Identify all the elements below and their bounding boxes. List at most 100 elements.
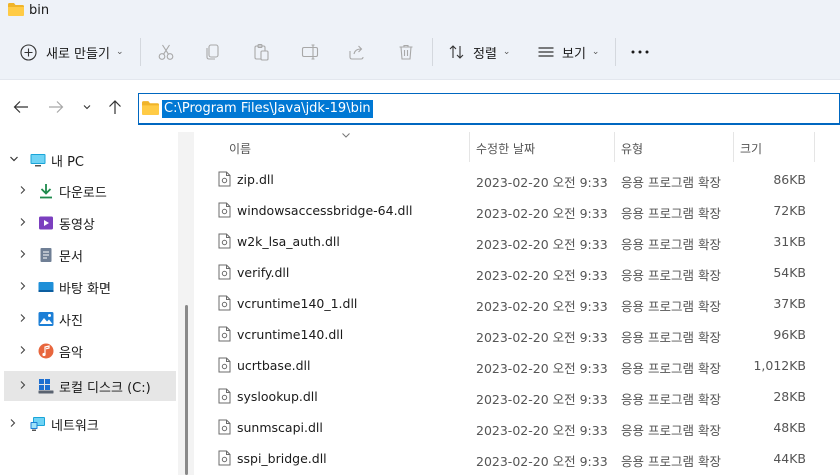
copy-button[interactable] [204,41,222,63]
file-date: 2023-02-20 오전 9:33 [476,206,608,221]
sidebar-item-label: 로컬 디스크 (C:) [59,380,151,396]
file-type: 응용 프로그램 확장 [621,392,721,407]
file-row[interactable]: verify.dll 2023-02-20 오전 9:33 응용 프로그램 확장… [194,257,840,288]
file-type: 응용 프로그램 확장 [621,237,721,252]
file-type: 응용 프로그램 확장 [621,268,721,283]
sidebar-item-pictures[interactable]: 사진 [0,304,178,334]
sidebar-item-local-disk-c[interactable]: 로컬 디스크 (C:) [4,371,176,401]
sort-icon [449,45,464,59]
file-row[interactable]: zip.dll 2023-02-20 오전 9:33 응용 프로그램 확장 86… [194,164,840,195]
toolbar-divider [140,38,141,66]
chevron-down-icon[interactable] [9,155,19,166]
arrow-left-icon [13,101,28,113]
file-name: vcruntime140_1.dll [237,296,358,311]
file-row[interactable]: vcruntime140.dll 2023-02-20 오전 9:33 응용 프… [194,319,840,350]
sidebar-item-videos[interactable]: 동영상 [0,208,178,238]
view-list-icon [538,47,554,57]
file-name: sspi_bridge.dll [237,451,327,466]
network-icon [30,417,45,431]
chevron-right-icon[interactable] [19,217,29,230]
chevron-right-icon[interactable] [19,185,29,198]
file-type: 응용 프로그램 확장 [621,330,721,345]
delete-button[interactable] [397,41,415,63]
file-size: 44KB [773,451,806,466]
document-icon [40,248,52,262]
file-size: 28KB [773,389,806,404]
sidebar-item-label: 내 PC [51,154,85,170]
file-type: 응용 프로그램 확장 [621,361,721,376]
chevron-right-icon[interactable] [19,380,29,393]
share-button[interactable] [348,41,366,63]
music-icon [38,343,54,359]
paste-icon [254,43,269,61]
file-size: 37KB [773,296,806,311]
file-row[interactable]: w2k_lsa_auth.dll 2023-02-20 오전 9:33 응용 프… [194,226,840,257]
up-button[interactable] [105,98,125,116]
more-options-button[interactable] [630,41,650,63]
chevron-right-icon[interactable] [19,281,29,294]
share-icon [349,45,364,60]
file-date: 2023-02-20 오전 9:33 [476,299,608,314]
chevron-down-icon: ⌄ [502,47,511,57]
file-size: 96KB [773,327,806,342]
address-path-text[interactable]: C:\Program Files\Java\jdk-19\bin [162,100,373,118]
new-button[interactable]: 새로 만들기 ⌄ [20,41,123,63]
sidebar-item-desktop[interactable]: 바탕 화면 [0,272,178,302]
chevron-right-icon[interactable] [9,418,19,431]
sidebar-item-documents[interactable]: 문서 [0,240,178,270]
file-size: 1,012KB [753,358,806,373]
dll-file-icon [218,357,231,373]
sidebar-item-downloads[interactable]: 다운로드 [0,176,178,206]
paste-button[interactable] [252,41,270,63]
file-row[interactable]: vcruntime140_1.dll 2023-02-20 오전 9:33 응용… [194,288,840,319]
file-type: 응용 프로그램 확장 [621,299,721,314]
file-type: 응용 프로그램 확장 [621,423,721,438]
view-button-label: 보기 [562,46,586,62]
sidebar-item-network[interactable]: 네트워크 [0,409,178,439]
file-name: zip.dll [237,172,274,187]
arrow-right-icon [49,101,64,113]
sidebar-item-label: 다운로드 [59,185,107,201]
forward-button[interactable] [46,98,66,116]
file-row[interactable]: syslookup.dll 2023-02-20 오전 9:33 응용 프로그램… [194,381,840,412]
file-name: ucrtbase.dll [237,358,311,373]
chevron-right-icon[interactable] [19,249,29,262]
chevron-right-icon[interactable] [19,313,29,326]
copy-icon [206,44,219,60]
file-date: 2023-02-20 오전 9:33 [476,423,608,438]
address-bar[interactable]: C:\Program Files\Java\jdk-19\bin [138,93,840,125]
folder-icon [8,3,24,16]
computer-icon [30,154,46,167]
arrow-up-icon [109,100,121,114]
desktop-icon [38,282,54,292]
sidebar-item-this-pc[interactable]: 내 PC [0,145,178,175]
view-button[interactable]: 보기 ⌄ [537,41,599,63]
sidebar-item-music[interactable]: 음악 [0,336,178,366]
chevron-right-icon[interactable] [19,345,29,358]
download-icon [40,184,52,199]
file-row[interactable]: sspi_bridge.dll 2023-02-20 오전 9:33 응용 프로… [194,443,840,474]
file-name: windowsaccessbridge-64.dll [237,203,413,218]
file-list: zip.dll 2023-02-20 오전 9:33 응용 프로그램 확장 86… [194,132,840,475]
dll-file-icon [218,264,231,280]
back-button[interactable] [11,98,31,116]
sidebar-scrollbar-thumb[interactable] [185,305,188,475]
command-bar: 새로 만들기 ⌄ 정렬 ⌄ 보기 ⌄ [0,24,840,80]
sidebar-item-label: 문서 [59,249,83,265]
file-row[interactable]: ucrtbase.dll 2023-02-20 오전 9:33 응용 프로그램 … [194,350,840,381]
video-icon [39,216,53,230]
drive-icon [38,379,54,394]
sort-button[interactable]: 정렬 ⌄ [448,41,510,63]
file-date: 2023-02-20 오전 9:33 [476,392,608,407]
recent-locations-button[interactable] [77,98,97,116]
rename-button[interactable] [301,41,319,63]
file-name: vcruntime140.dll [237,327,344,342]
add-icon [20,43,37,61]
file-row[interactable]: windowsaccessbridge-64.dll 2023-02-20 오전… [194,195,840,226]
dll-file-icon [218,202,231,218]
file-row[interactable]: sunmscapi.dll 2023-02-20 오전 9:33 응용 프로그램… [194,412,840,443]
folder-icon [142,101,159,115]
file-date: 2023-02-20 오전 9:33 [476,330,608,345]
dll-file-icon [218,233,231,249]
cut-button[interactable] [157,41,175,63]
